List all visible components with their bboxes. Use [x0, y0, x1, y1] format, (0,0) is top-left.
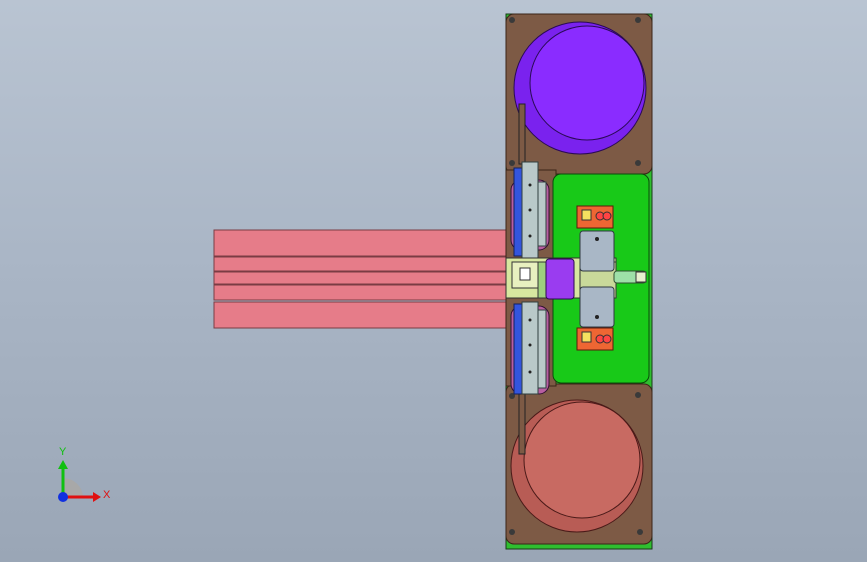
- conveyor-strip-1[interactable]: [213, 229, 507, 257]
- z-axis-dot: [58, 492, 68, 502]
- conveyor-strip-5[interactable]: [213, 301, 507, 329]
- purple-cylinder-block[interactable]: [545, 258, 575, 300]
- coordinate-triad[interactable]: X Y: [58, 446, 111, 502]
- guide-rail-top: [518, 103, 526, 165]
- cad-model-view[interactable]: X Y: [0, 0, 867, 562]
- reel-top[interactable]: [513, 21, 647, 155]
- hole: [509, 529, 515, 535]
- guide-rail-bottom: [518, 389, 526, 455]
- conveyor-strip-3[interactable]: [213, 271, 507, 285]
- hole: [509, 17, 515, 23]
- grey-block-lower[interactable]: [579, 286, 615, 328]
- slide-assembly-lower[interactable]: [510, 301, 550, 395]
- hole: [509, 160, 515, 166]
- hole: [635, 17, 641, 23]
- reel-bottom[interactable]: [510, 399, 644, 533]
- y-axis-arrow: [58, 460, 68, 469]
- x-axis-label: X: [103, 489, 111, 501]
- hole: [635, 160, 641, 166]
- conveyor-strip-4[interactable]: [213, 284, 507, 301]
- hole: [635, 392, 641, 398]
- y-axis-label: Y: [59, 446, 67, 458]
- rod-end-block[interactable]: [635, 271, 647, 283]
- conveyor-strip-2[interactable]: [213, 256, 507, 272]
- cad-viewport[interactable]: X Y: [0, 0, 867, 562]
- x-axis-arrow: [93, 492, 101, 502]
- hole: [637, 529, 643, 535]
- conveyor-belt[interactable]: [213, 229, 507, 329]
